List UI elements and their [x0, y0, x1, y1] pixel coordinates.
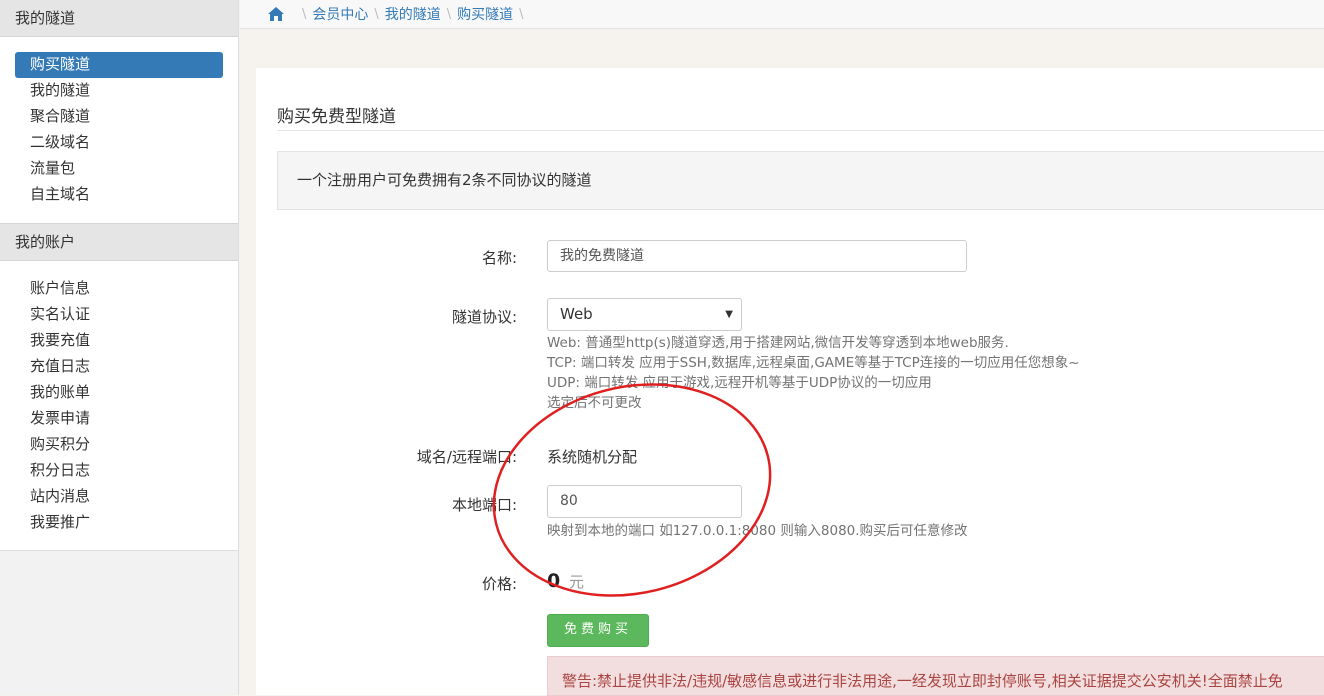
- price-unit: 元: [569, 573, 585, 591]
- sidebar-item-points-log[interactable]: 积分日志: [15, 458, 223, 484]
- main-content: \ 会员中心 \ 我的隧道 \ 购买隧道 \ 购买免费型隧道 一个注册用户可免费…: [240, 0, 1324, 696]
- breadcrumb-separator: \: [374, 6, 379, 22]
- local-port-input[interactable]: 80: [547, 485, 742, 518]
- chevron-down-icon: ▼: [725, 309, 733, 320]
- price-label: 价格:: [481, 575, 517, 593]
- protocol-help-tcp: TCP: 端口转发 应用于SSH,数据库,远程桌面,GAME等基于TCP连接的一…: [547, 355, 1080, 371]
- name-input[interactable]: 我的免费隧道: [547, 240, 967, 272]
- info-notice: 一个注册用户可免费拥有2条不同协议的隧道: [277, 151, 1324, 210]
- page-title: 购买免费型隧道: [277, 107, 396, 127]
- sidebar: 我的隧道 购买隧道 我的隧道 聚合隧道 二级域名 流量包 自主域名 我的账户 账…: [0, 0, 239, 695]
- title-divider: [277, 130, 1324, 131]
- protocol-label: 隧道协议:: [451, 308, 517, 326]
- sidebar-item-buy-tunnel[interactable]: 购买隧道: [15, 52, 223, 78]
- free-buy-button[interactable]: 免费购买: [547, 614, 649, 647]
- sidebar-item-recharge[interactable]: 我要充值: [15, 328, 223, 354]
- sidebar-item-custom-domain[interactable]: 自主域名: [15, 182, 223, 208]
- sidebar-item-buy-points[interactable]: 购买积分: [15, 432, 223, 458]
- domain-value: 系统随机分配: [547, 448, 638, 466]
- sidebar-section-title: 我的隧道: [0, 0, 238, 37]
- name-label: 名称:: [481, 249, 517, 267]
- sidebar-item-invoice[interactable]: 发票申请: [15, 406, 223, 432]
- protocol-selected-value: Web: [560, 305, 593, 323]
- sidebar-item-referral[interactable]: 我要推广: [15, 510, 223, 536]
- home-icon[interactable]: [268, 7, 284, 21]
- sidebar-item-traffic-pack[interactable]: 流量包: [15, 156, 223, 182]
- protocol-help-udp: UDP: 端口转发 应用于游戏,远程开机等基于UDP协议的一切应用: [547, 375, 932, 391]
- breadcrumb-my-tunnels[interactable]: 我的隧道: [385, 4, 441, 24]
- sidebar-item-bills[interactable]: 我的账单: [15, 380, 223, 406]
- warning-alert: 警告:禁止提供非法/违规/敏感信息或进行非法用途,一经发现立即封停账号,相关证据…: [547, 656, 1324, 696]
- breadcrumb-separator: \: [519, 6, 524, 22]
- sidebar-list: 账户信息 实名认证 我要充值 充值日志 我的账单 发票申请 购买积分 积分日志 …: [0, 261, 238, 551]
- protocol-select[interactable]: Web ▼: [547, 298, 742, 331]
- sidebar-item-account-info[interactable]: 账户信息: [15, 276, 223, 302]
- local-port-help: 映射到本地的端口 如127.0.0.1:8080 则输入8080.购买后可任意修…: [547, 523, 968, 539]
- breadcrumb-separator: \: [302, 6, 307, 22]
- sidebar-list: 购买隧道 我的隧道 聚合隧道 二级域名 流量包 自主域名: [0, 37, 238, 223]
- sidebar-item-recharge-log[interactable]: 充值日志: [15, 354, 223, 380]
- sidebar-item-messages[interactable]: 站内消息: [15, 484, 223, 510]
- protocol-help-web: Web: 普通型http(s)隧道穿透,用于搭建网站,微信开发等穿透到本地web…: [547, 335, 1009, 351]
- sidebar-item-my-tunnels[interactable]: 我的隧道: [15, 78, 223, 104]
- sidebar-item-aggregate-tunnels[interactable]: 聚合隧道: [15, 104, 223, 130]
- sidebar-item-verification[interactable]: 实名认证: [15, 302, 223, 328]
- breadcrumb: \ 会员中心 \ 我的隧道 \ 购买隧道 \: [240, 0, 1324, 29]
- sidebar-section-title: 我的账户: [0, 223, 238, 261]
- price: 0 元: [547, 570, 584, 592]
- sidebar-item-subdomains[interactable]: 二级域名: [15, 130, 223, 156]
- domain-label: 域名/远程端口:: [416, 448, 517, 466]
- breadcrumb-separator: \: [446, 6, 452, 22]
- breadcrumb-member-center[interactable]: 会员中心: [312, 4, 368, 24]
- breadcrumb-buy-tunnel[interactable]: 购买隧道: [457, 4, 513, 24]
- price-value: 0: [547, 570, 561, 592]
- protocol-help-note: 选定后不可更改: [547, 395, 642, 411]
- local-port-label: 本地端口:: [451, 496, 517, 514]
- protocol-help: Web: 普通型http(s)隧道穿透,用于搭建网站,微信开发等穿透到本地web…: [547, 333, 1080, 413]
